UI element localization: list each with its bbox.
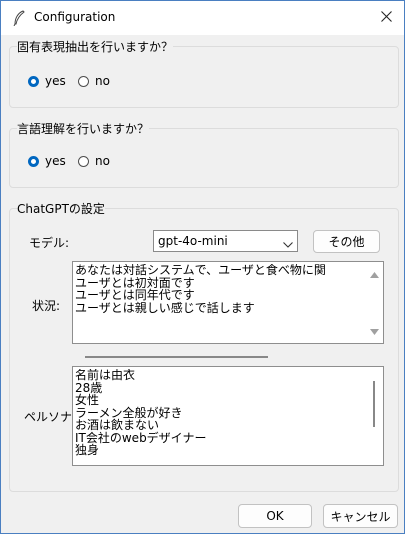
- ner-group-label: 固有表現抽出を行いますか？: [17, 38, 174, 55]
- nlu-no-radio[interactable]: no: [78, 154, 110, 168]
- situation-label: 状況:: [32, 299, 61, 313]
- persona-scrollbar[interactable]: [366, 367, 383, 465]
- situation-scrollbar[interactable]: [366, 262, 383, 343]
- persona-line: 名前は由衣: [75, 369, 136, 382]
- radio-unchecked-icon: [78, 155, 89, 167]
- nlu-no-label: no: [95, 154, 110, 168]
- situation-textarea[interactable]: あなたは対話システムで、ユーザと食べ物に関 ユーザとは初対面です ユーザとは同年…: [72, 261, 384, 344]
- cancel-button[interactable]: キャンセル: [323, 504, 398, 528]
- radio-unchecked-icon: [78, 75, 89, 87]
- window-title: Configuration: [34, 10, 116, 24]
- persona-text: 名前は由衣 28歳 女性 ラーメン全般が好き お酒は飲まない IT会社のwebデ…: [75, 369, 365, 457]
- persona-line: お酒は飲まない: [75, 418, 160, 432]
- radio-checked-icon: [28, 155, 39, 167]
- situation-text: あなたは対話システムで、ユーザと食べ物に関 ユーザとは初対面です ユーザとは同年…: [75, 264, 365, 314]
- situation-horizontal-scrollbar[interactable]: [85, 356, 268, 358]
- persona-line: 女性: [75, 393, 100, 407]
- ner-yes-label: yes: [45, 74, 66, 88]
- model-select-value: gpt-4o-mini: [158, 234, 228, 248]
- ok-button[interactable]: OK: [238, 504, 312, 528]
- ner-no-radio[interactable]: no: [78, 74, 110, 88]
- persona-line: 独身: [75, 443, 100, 457]
- chatgpt-group-label: ChatGPTの設定: [17, 200, 105, 217]
- ok-button-label: OK: [266, 509, 284, 523]
- configuration-dialog: Configuration 固有表現抽出を行いますか？ yes no 言語理解を…: [0, 0, 405, 534]
- persona-label: ペルソナ:: [24, 410, 77, 424]
- situation-line: ユーザとは親しい感じで話します: [75, 300, 255, 314]
- close-button[interactable]: [368, 1, 404, 35]
- model-label: モデル:: [29, 236, 70, 250]
- cancel-button-label: キャンセル: [330, 509, 391, 524]
- ner-no-label: no: [95, 74, 110, 88]
- nlu-yes-radio[interactable]: yes: [28, 154, 66, 168]
- radio-checked-icon: [28, 75, 39, 87]
- persona-line: 28歳: [75, 380, 103, 395]
- ner-group: [9, 46, 399, 108]
- close-icon: [380, 11, 392, 25]
- model-select[interactable]: gpt-4o-mini: [153, 230, 298, 252]
- nlu-yes-label: yes: [45, 154, 66, 168]
- title-bar[interactable]: Configuration: [1, 1, 404, 35]
- nlu-group-label: 言語理解を行いますか？: [17, 120, 150, 137]
- chevron-down-icon: [283, 237, 293, 251]
- situation-line: ユーザとは同年代です: [75, 288, 195, 302]
- scroll-down-icon[interactable]: [370, 324, 379, 338]
- ner-yes-radio[interactable]: yes: [28, 74, 66, 88]
- feather-icon: [12, 10, 26, 27]
- scroll-thumb[interactable]: [373, 381, 375, 427]
- situation-line: あなたは対話システムで、ユーザと食べ物に関: [75, 264, 326, 277]
- other-button-label: その他: [328, 235, 365, 249]
- scroll-up-icon[interactable]: [370, 267, 379, 281]
- persona-line: IT会社のwebデザイナー: [75, 430, 207, 445]
- other-button[interactable]: その他: [313, 230, 380, 253]
- nlu-group: [9, 128, 399, 188]
- persona-textarea[interactable]: 名前は由衣 28歳 女性 ラーメン全般が好き お酒は飲まない IT会社のwebデ…: [72, 366, 384, 466]
